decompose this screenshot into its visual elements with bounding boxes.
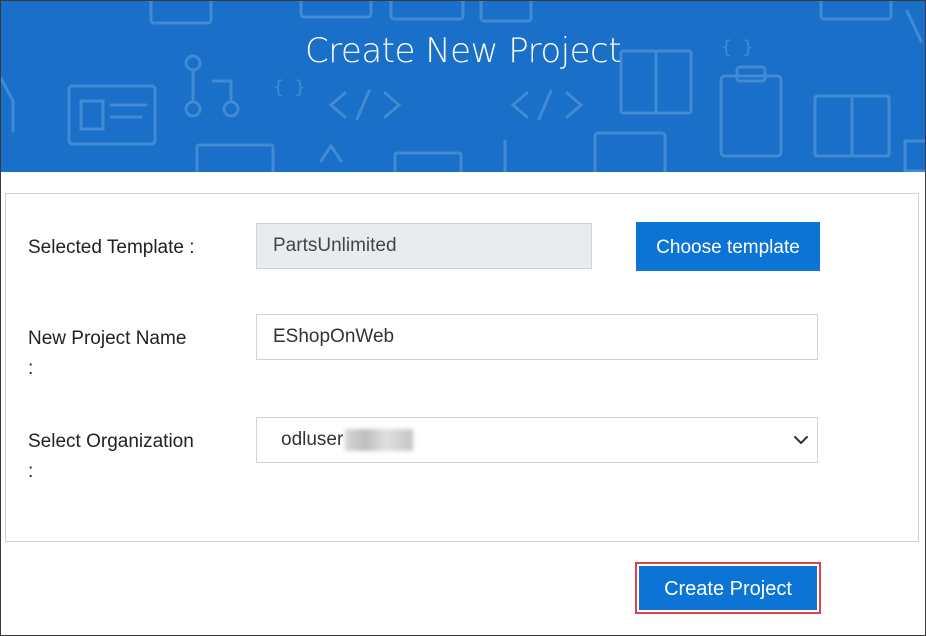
organization-label-line1: Select Organization xyxy=(28,431,194,452)
project-name-label-line2: : xyxy=(28,358,34,379)
create-project-highlight: Create Project xyxy=(635,562,821,614)
create-project-button[interactable]: Create Project xyxy=(639,566,817,610)
organization-label: Select Organization : xyxy=(28,426,228,488)
project-name-label-line1: New Project Name xyxy=(28,328,187,349)
project-name-label: New Project Name : xyxy=(28,323,228,385)
create-project-dialog: { } { } Create New Project Selected Temp… xyxy=(0,0,926,636)
project-form: Selected Template : PartsUnlimited Choos… xyxy=(5,193,919,542)
header-banner: { } { } Create New Project xyxy=(1,1,925,172)
redacted-text xyxy=(345,428,414,451)
chevron-down-icon xyxy=(794,436,808,444)
selected-template-label: Selected Template : xyxy=(28,237,195,258)
organization-select[interactable]: odluser xyxy=(256,417,818,463)
svg-text:{ }: { } xyxy=(273,77,306,98)
page-title: Create New Project xyxy=(304,31,622,71)
organization-label-line2: : xyxy=(28,461,34,482)
selected-template-field: PartsUnlimited xyxy=(256,223,592,269)
organization-value: odluser xyxy=(281,429,344,450)
decorative-pattern: { } { } xyxy=(1,1,925,172)
project-name-input[interactable]: EShopOnWeb xyxy=(256,314,818,360)
choose-template-button[interactable]: Choose template xyxy=(636,222,820,271)
